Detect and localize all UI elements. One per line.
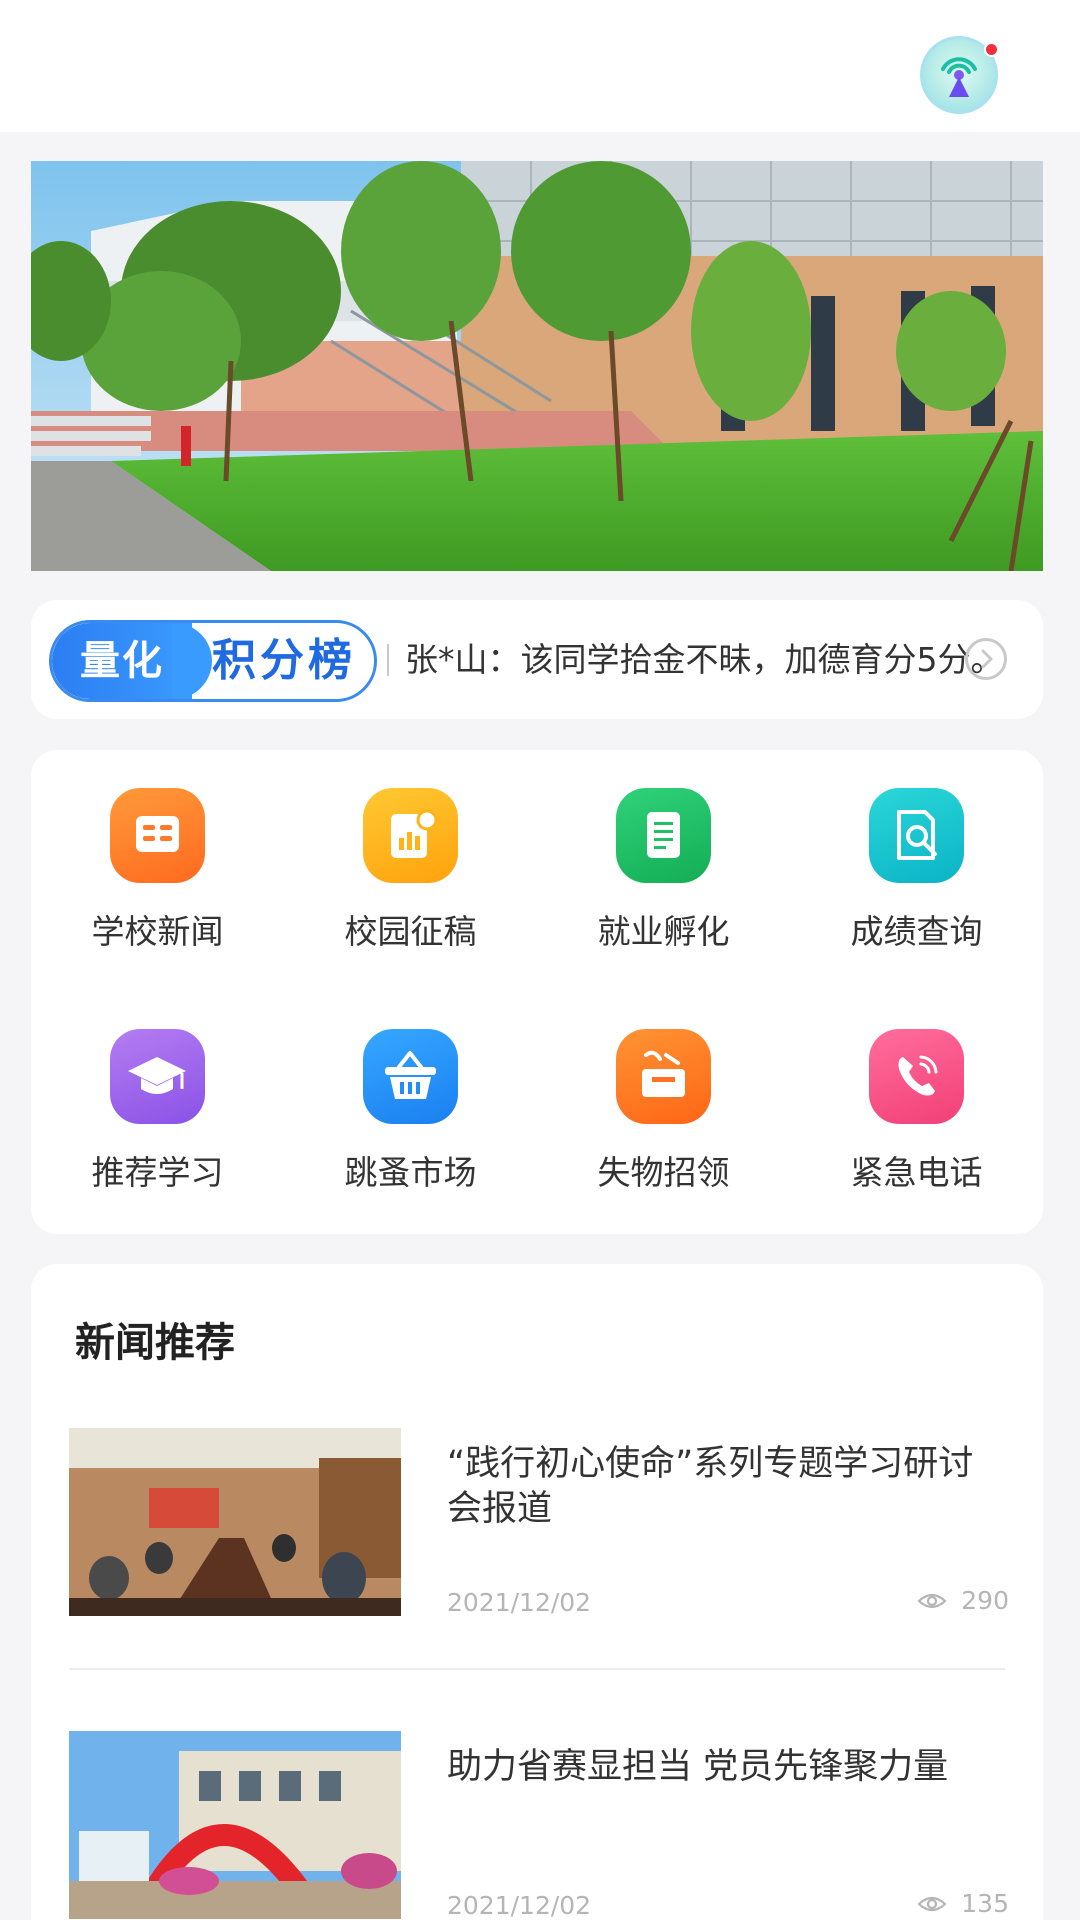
article-date: 2021/12/02 [447,1588,592,1617]
menu-label: 成绩查询 [850,912,983,951]
submission-icon [363,788,458,883]
menu-label: 跳蚤市场 [344,1153,477,1192]
quantified-ranking-badge[interactable]: 量化 积分榜 [49,620,377,702]
ticker-message[interactable]: 张*山：该同学拾金不昧，加德育分5分。 [405,630,1004,690]
campus-building-photo [31,161,1043,571]
article-thumbnail [69,1428,401,1616]
article-title: 助力省赛显担当 党员先锋聚力量 [447,1747,949,1787]
article-title: “践行初心使命”系列专题学习研讨会报道 [447,1444,974,1529]
ticker-separator [387,644,389,676]
menu-item-employment-incubation[interactable]: 就业孵化 [537,750,790,951]
menu-label: 紧急电话 [850,1153,983,1192]
phone-icon [869,1029,964,1124]
menu-label: 就业孵化 [597,912,730,951]
news-section: 新闻推荐 “践行初心使命”系列专题学习研讨会报道 2021/12/02 290 … [31,1264,1043,1920]
article-divider [69,1668,1005,1670]
news-article[interactable]: 助力省赛显担当 党员先锋聚力量 2021/12/02 135 [69,1731,1009,1920]
article-views: 135 [917,1889,1009,1918]
eye-icon [917,1896,947,1911]
badge-left-text: 量化 [52,623,212,699]
badge-right-text: 积分榜 [212,635,356,686]
menu-item-campus-submission[interactable]: 校园征稿 [284,750,537,951]
eye-icon [917,1593,947,1608]
notification-dot [984,42,999,57]
menu-label: 学校新闻 [91,912,224,951]
banner-carousel[interactable] [31,161,1043,571]
article-view-count: 135 [961,1889,1009,1918]
news-section-title: 新闻推荐 [75,1320,235,1366]
search-document-icon [869,788,964,883]
menu-item-school-news[interactable]: 学校新闻 [31,750,284,951]
menu-label: 失物招领 [597,1153,730,1192]
menu-item-grade-query[interactable]: 成绩查询 [790,750,1043,951]
news-article[interactable]: “践行初心使命”系列专题学习研讨会报道 2021/12/02 290 [69,1428,1009,1618]
article-views: 290 [917,1586,1009,1615]
chevron-right-circle-icon[interactable] [965,638,1007,680]
points-ticker[interactable]: 量化 积分榜 张*山：该同学拾金不昧，加德育分5分。 [31,600,1043,719]
lost-found-box-icon [616,1029,711,1124]
news-icon [110,788,205,883]
basket-icon [363,1029,458,1124]
menu-item-emergency-phone[interactable]: 紧急电话 [790,991,1043,1192]
document-icon [616,788,711,883]
top-header [0,0,1080,132]
article-thumbnail [69,1731,401,1919]
article-view-count: 290 [961,1586,1009,1615]
graduation-cap-icon [110,1029,205,1124]
menu-label: 推荐学习 [91,1153,224,1192]
article-date: 2021/12/02 [447,1891,592,1920]
menu-label: 校园征稿 [344,912,477,951]
menu-item-recommended-study[interactable]: 推荐学习 [31,991,284,1192]
menu-item-lost-and-found[interactable]: 失物招领 [537,991,790,1192]
menu-item-flea-market[interactable]: 跳蚤市场 [284,991,537,1192]
feature-grid: 学校新闻 校园征稿 就业孵化 成绩查询 推荐学习 跳蚤市场 失物招领 紧急电话 [31,750,1043,1234]
